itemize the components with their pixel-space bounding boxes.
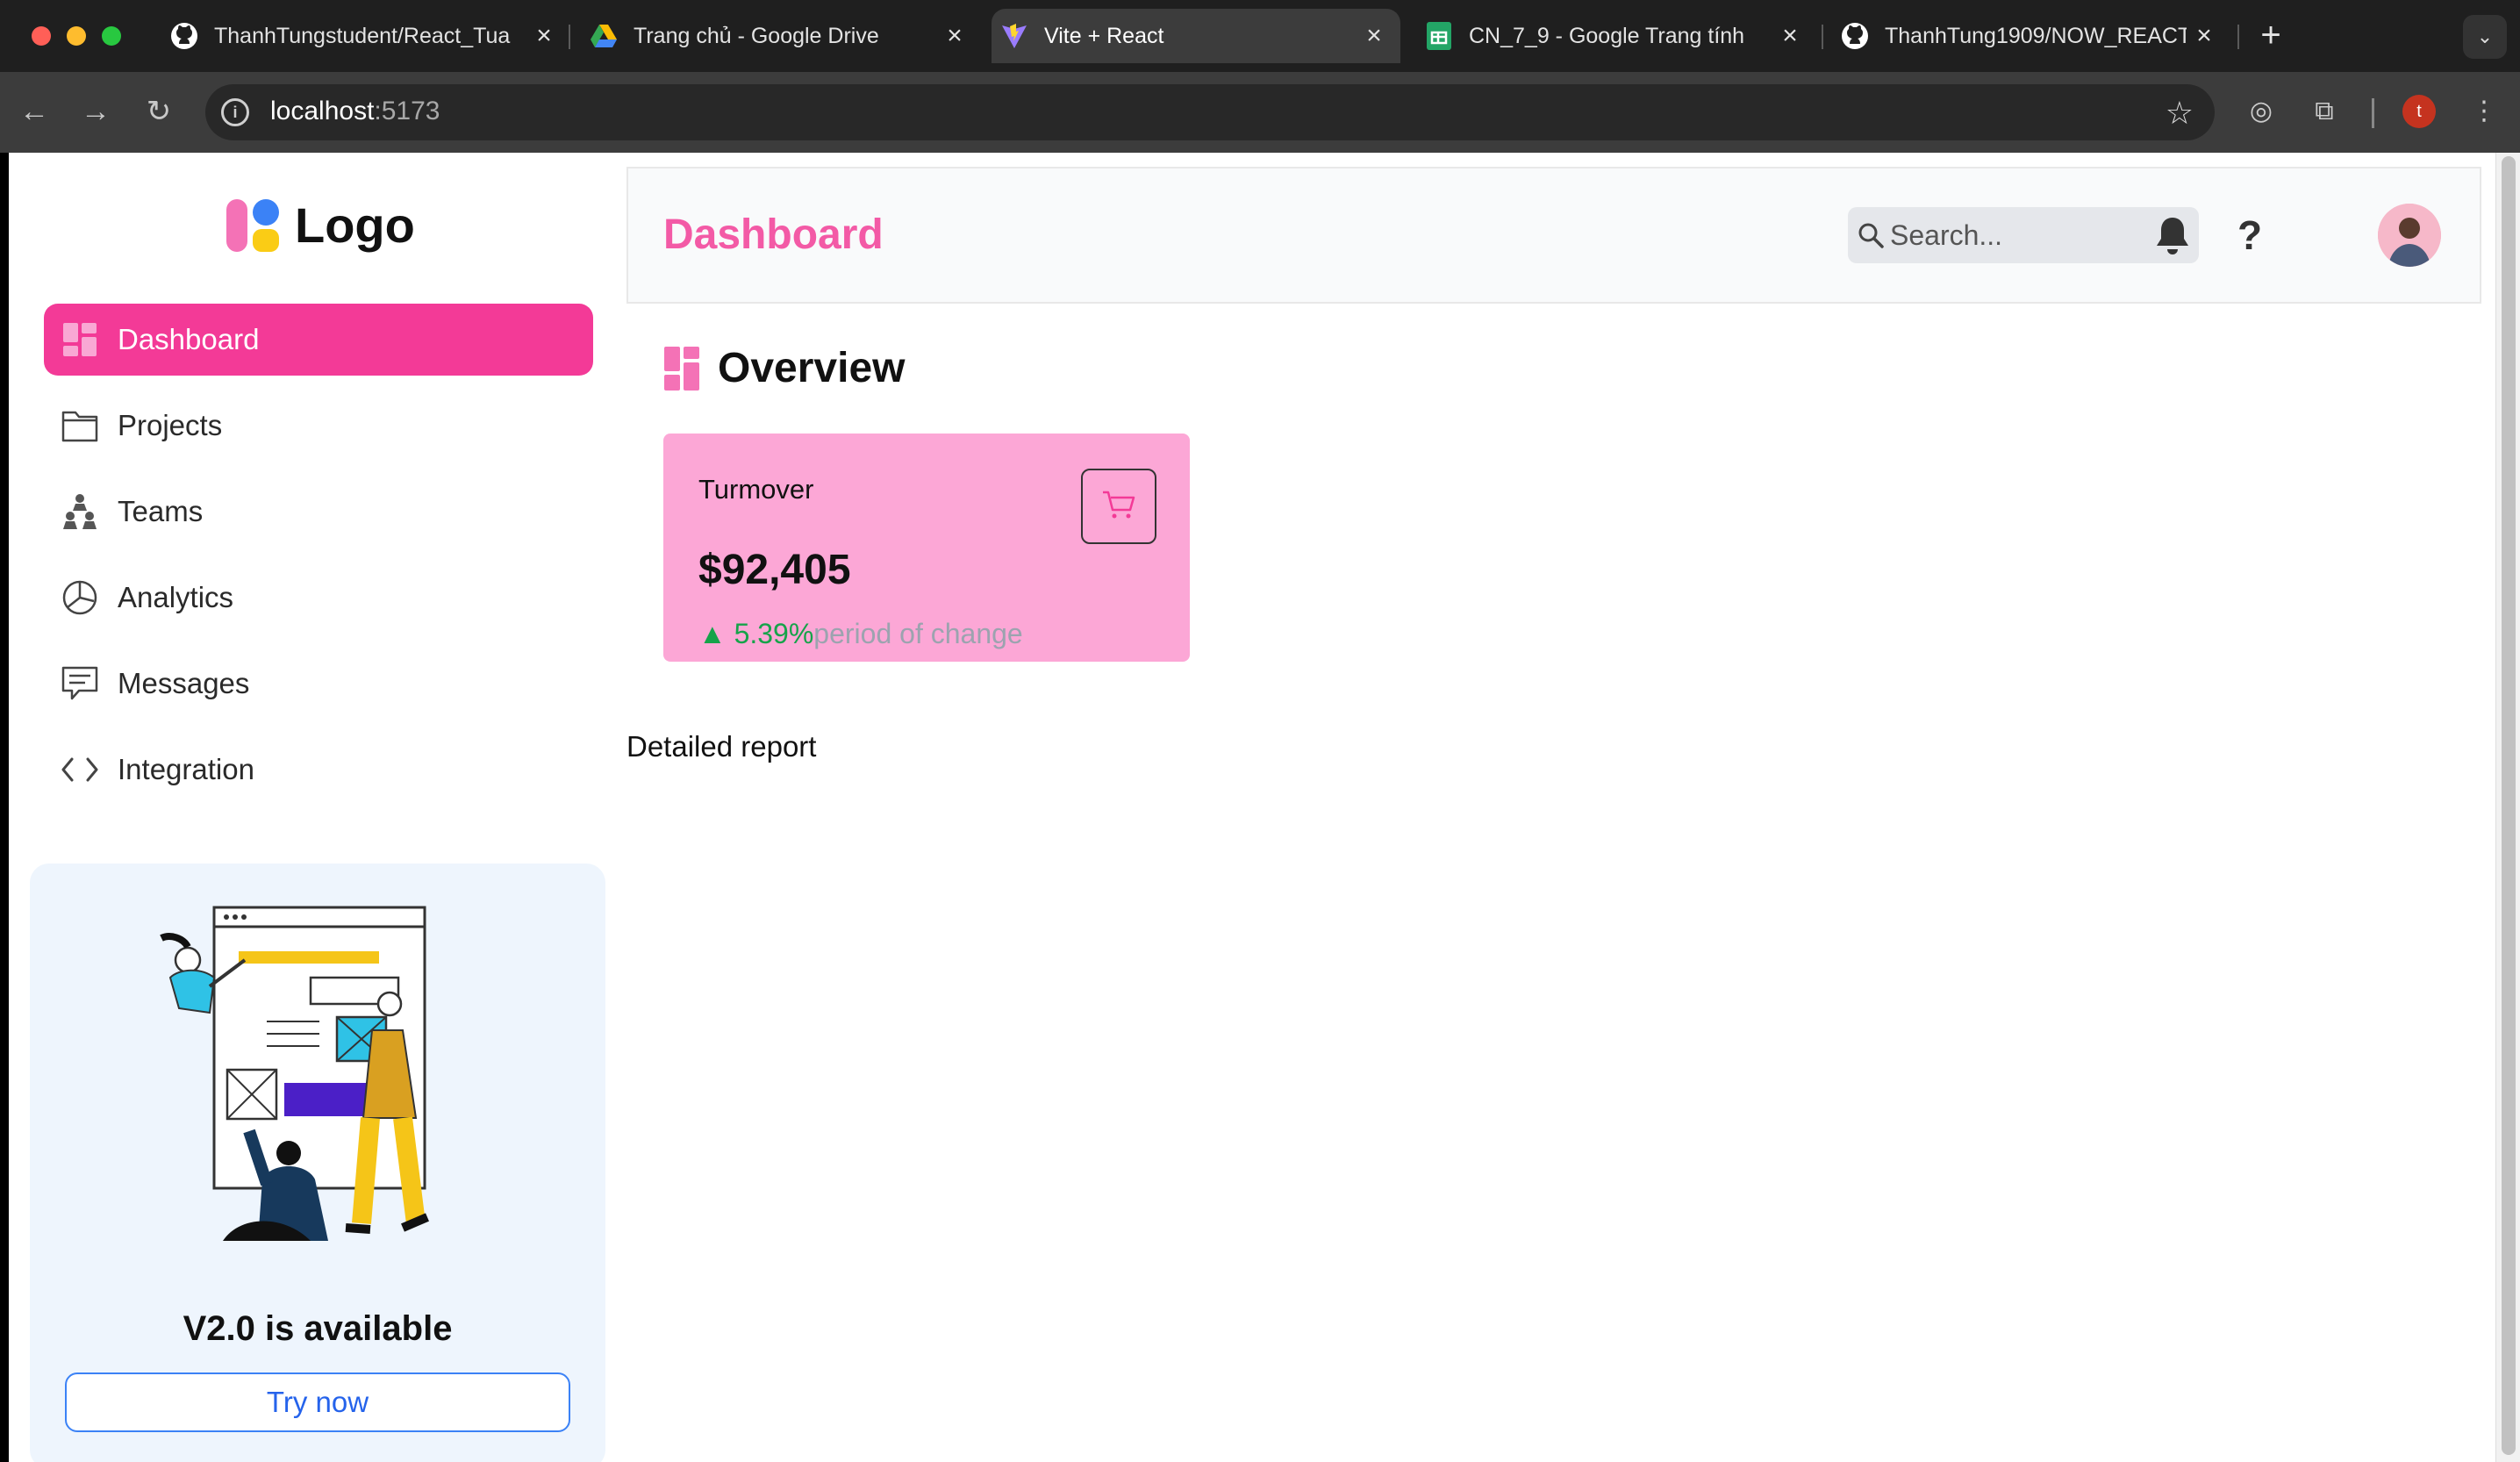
shopping-cart-icon (1101, 489, 1136, 525)
sidebar-menu: Dashboard Projects Teams Analytics Messa… (44, 304, 593, 820)
sidebar-item-dashboard[interactable]: Dashboard (44, 304, 593, 376)
logo-mark-icon (226, 198, 283, 252)
sidebar-item-label: Analytics (118, 581, 234, 613)
toolbar-divider (2372, 98, 2374, 128)
tab-title: Vite + React (1044, 23, 1164, 48)
logo[interactable]: Logo (226, 197, 415, 254)
sidebar-item-messages[interactable]: Messages (44, 648, 593, 720)
reload-button[interactable]: ↻ (139, 91, 179, 132)
try-now-button[interactable]: Try now (65, 1372, 570, 1432)
browser-tab[interactable]: Trang chủ - Google Drive × (560, 9, 981, 63)
address-bar[interactable]: i localhost:5173 ☆ (205, 84, 2215, 140)
folder-icon (61, 407, 98, 444)
github-icon (1841, 22, 1869, 50)
page-scrollbar[interactable] (2495, 153, 2520, 1462)
tab-separator (2237, 25, 2239, 49)
google-drive-icon (590, 22, 618, 50)
message-icon (61, 665, 98, 702)
tab-close-icon[interactable]: × (2187, 21, 2222, 51)
sidebar-item-projects[interactable]: Projects (44, 390, 593, 462)
page-viewport: Logo Dashboard Projects Teams Analytics … (9, 153, 2495, 1462)
sidebar-item-label: Dashboard (118, 323, 260, 355)
sidebar-item-label: Teams (118, 495, 204, 527)
dashboard-grid-icon (61, 321, 98, 358)
page-header: Dashboard ? (626, 167, 2481, 304)
overview-heading: Overview (663, 344, 905, 392)
search-icon (1857, 221, 1885, 249)
tab-close-icon[interactable]: × (1772, 21, 1808, 51)
sidebar: Logo Dashboard Projects Teams Analytics … (9, 161, 626, 1462)
browser-tab[interactable]: ThanhTungstudent/React_Tua × (140, 9, 570, 63)
github-icon (170, 22, 198, 50)
scrollbar-thumb[interactable] (2502, 156, 2516, 1455)
url-text[interactable]: localhost:5173 (270, 97, 440, 126)
promo-title: V2.0 is available (183, 1309, 453, 1348)
browser-menu-icon[interactable]: ⋮ (2464, 91, 2504, 132)
vite-icon (1000, 22, 1028, 50)
bookmark-star-icon[interactable]: ☆ (2166, 95, 2194, 132)
tab-title: ThanhTungstudent/React_Tua (214, 23, 511, 48)
window-close-button[interactable] (32, 26, 51, 46)
search-box[interactable] (1848, 207, 2199, 263)
pie-chart-icon (61, 579, 98, 616)
stat-change: ▲ 5.39%period of change (698, 618, 1023, 650)
cart-button[interactable] (1081, 469, 1156, 544)
browser-tab[interactable]: ThanhTung1909/NOW_REACT × (1811, 9, 2230, 63)
window-minimize-button[interactable] (67, 26, 86, 46)
tab-title: CN_7_9 - Google Trang tính (1469, 23, 1745, 48)
detailed-report-title: Detailed report (626, 730, 817, 763)
notification-bell-icon[interactable] (2150, 212, 2195, 258)
team-illustration (160, 906, 429, 1241)
back-button[interactable]: ← (14, 91, 54, 132)
browser-tab-bar: ThanhTungstudent/React_Tua × Trang chủ -… (0, 0, 2520, 72)
browser-tab-active[interactable]: Vite + React × (992, 9, 1400, 63)
stat-label: Turmover (698, 474, 814, 505)
tab-close-icon[interactable]: × (937, 21, 972, 51)
upgrade-promo-card: V2.0 is available Try now (30, 864, 605, 1462)
google-sheets-icon (1425, 22, 1453, 50)
dashboard-grid-icon (663, 346, 700, 391)
help-icon[interactable]: ? (2227, 212, 2273, 258)
logo-text: Logo (295, 197, 415, 253)
tab-close-icon[interactable]: × (1357, 21, 1392, 51)
search-input[interactable] (1890, 219, 2188, 252)
sidebar-item-integration[interactable]: Integration (44, 734, 593, 806)
turnover-stat-card: Turmover $92,405 ▲ 5.39%period of change (663, 434, 1190, 662)
user-avatar[interactable] (2378, 204, 2441, 267)
stat-value: $92,405 (698, 547, 851, 593)
code-icon (61, 751, 98, 788)
browser-toolbar: ← → ↻ i localhost:5173 ☆ ◎ ⧉ t ⋮ (0, 72, 2520, 153)
lens-icon[interactable]: ◎ (2241, 91, 2281, 132)
page-title: Dashboard (663, 211, 884, 258)
tab-search-button[interactable]: ⌄ (2463, 15, 2507, 59)
sidebar-item-label: Projects (118, 409, 223, 441)
overview-title: Overview (718, 345, 906, 391)
tab-title: ThanhTung1909/NOW_REACT (1885, 23, 2187, 48)
sidebar-item-label: Integration (118, 753, 254, 785)
tab-close-icon[interactable]: × (526, 21, 562, 51)
sidebar-item-analytics[interactable]: Analytics (44, 562, 593, 634)
sidebar-item-label: Messages (118, 667, 250, 699)
site-info-icon[interactable]: i (221, 98, 249, 126)
stat-change-percent: ▲ 5.39% (698, 618, 814, 649)
browser-tab[interactable]: CN_7_9 - Google Trang tính × (1395, 9, 1816, 63)
window-maximize-button[interactable] (102, 26, 121, 46)
tab-title: Trang chủ - Google Drive (634, 23, 879, 48)
new-tab-button[interactable]: + (2252, 16, 2290, 54)
forward-button[interactable]: → (75, 91, 116, 132)
stat-change-note: period of change (813, 618, 1023, 649)
teams-icon (61, 493, 98, 530)
sidebar-item-teams[interactable]: Teams (44, 476, 593, 548)
profile-avatar[interactable]: t (2402, 95, 2436, 128)
extensions-puzzle-icon[interactable]: ⧉ (2304, 91, 2345, 132)
